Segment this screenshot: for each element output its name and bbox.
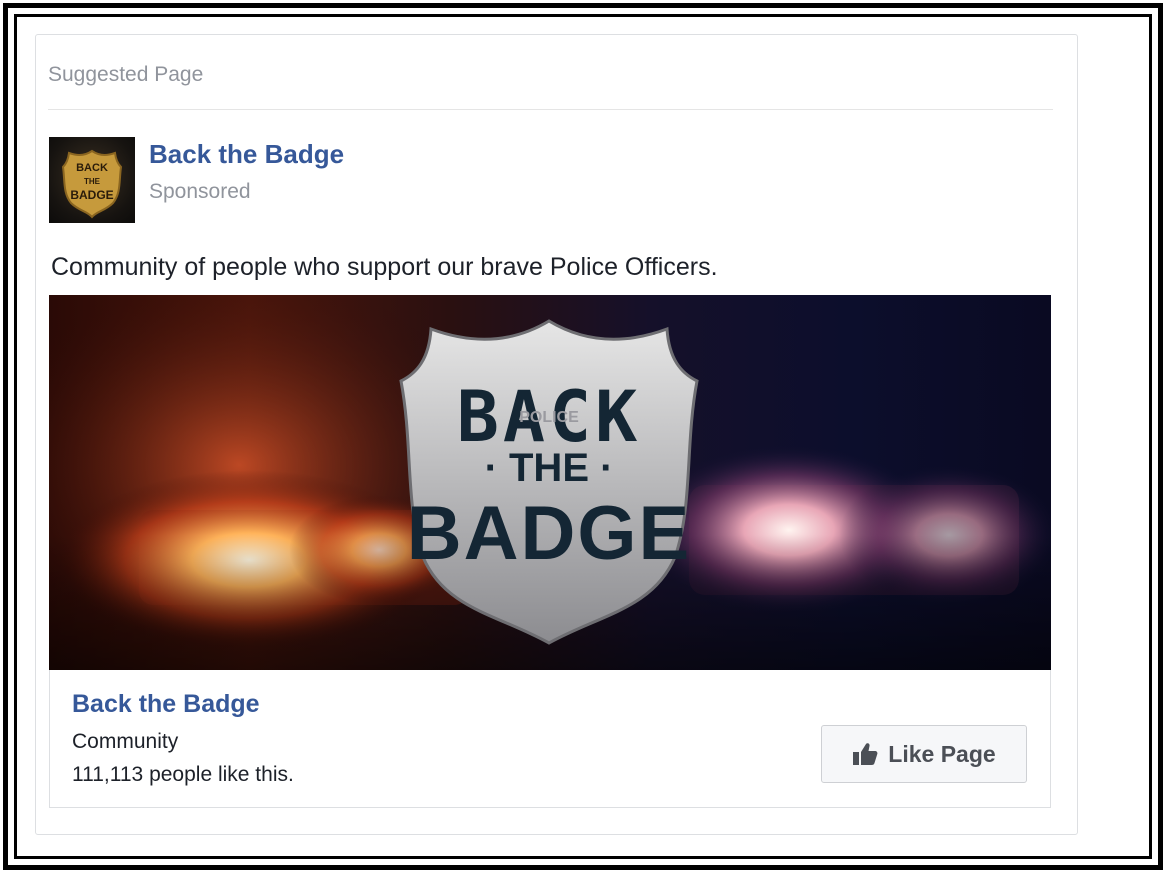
footer-category: Community bbox=[72, 730, 179, 753]
sponsored-post-card: Suggested Page BACK THE BADGE Back the B… bbox=[35, 34, 1078, 835]
footer-page-name-link[interactable]: Back the Badge bbox=[72, 690, 260, 719]
avatar-badge-icon: BACK THE BADGE bbox=[61, 149, 123, 219]
hero-police-lights-image: BACK POLICE · THE · BADGE bbox=[49, 295, 1051, 670]
avatar-text-line-2: THE bbox=[84, 177, 101, 186]
thumbs-up-icon bbox=[852, 742, 878, 766]
hero-badge-line-2: · THE · bbox=[485, 446, 614, 490]
like-page-label: Like Page bbox=[888, 740, 996, 767]
avatar-text-line-1: BACK bbox=[76, 162, 108, 174]
sponsored-label[interactable]: Sponsored bbox=[149, 180, 251, 204]
hero-badge-small-text: POLICE bbox=[519, 409, 579, 426]
hero-image[interactable]: BACK POLICE · THE · BADGE bbox=[49, 295, 1051, 670]
post-text: Community of people who support our brav… bbox=[51, 253, 718, 281]
header-divider bbox=[48, 109, 1053, 110]
like-page-button[interactable]: Like Page bbox=[821, 725, 1027, 783]
avatar-text-line-3: BADGE bbox=[70, 188, 113, 202]
footer-likes-count: 111,113 people like this. bbox=[72, 763, 294, 786]
hero-badge-line-3: BADGE bbox=[407, 491, 691, 576]
page-name-link[interactable]: Back the Badge bbox=[149, 139, 344, 170]
suggested-page-label: Suggested Page bbox=[48, 63, 204, 86]
page-avatar[interactable]: BACK THE BADGE bbox=[49, 137, 135, 223]
page-info-footer: Back the Badge Community 111,113 people … bbox=[49, 670, 1051, 808]
